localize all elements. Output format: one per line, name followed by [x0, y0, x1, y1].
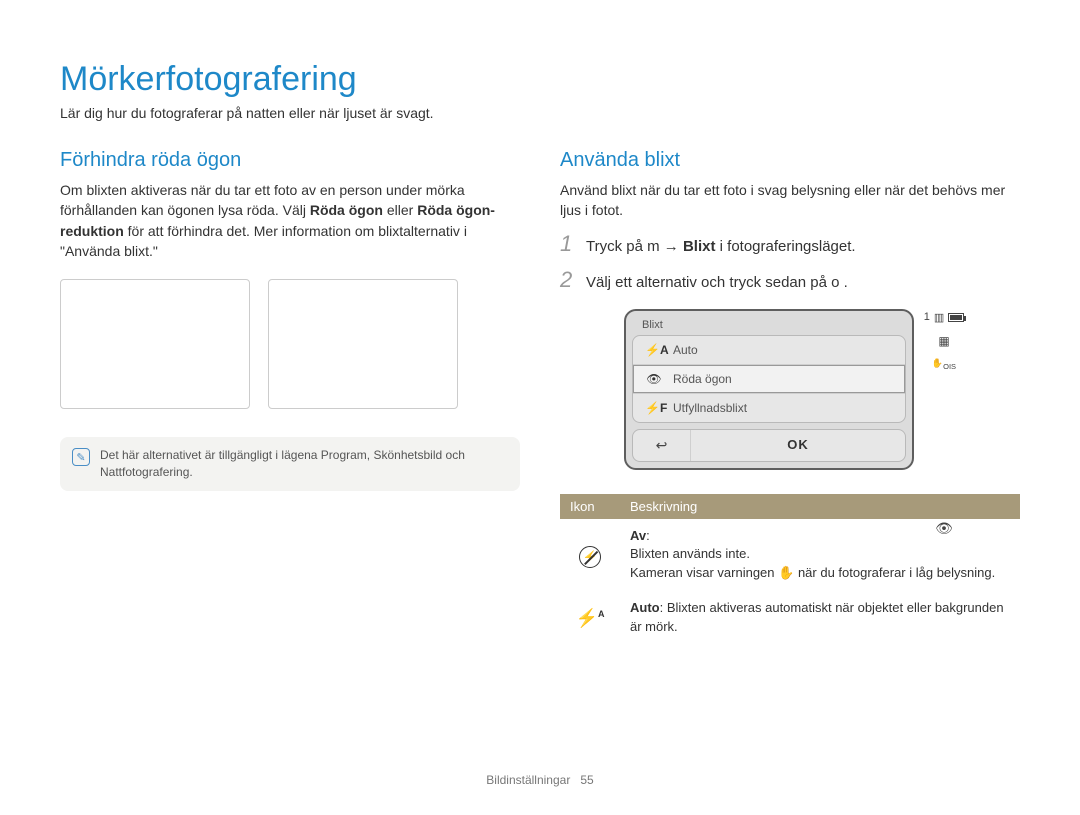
option-name: Auto — [630, 600, 660, 615]
eye-icon: 👁 — [645, 372, 663, 386]
page-subtitle: Lär dig hur du fotograferar på natten el… — [60, 105, 1020, 121]
camera-panel-title: Blixt — [632, 317, 906, 335]
flash-option-label: Auto — [673, 343, 698, 357]
camera-panel: Blixt ⚡A Auto 👁 Röda ögon ⚡F Utfyllnads — [624, 309, 914, 470]
flash-option-label: Röda ögon — [673, 372, 732, 386]
sample-image-1 — [60, 279, 250, 409]
flash-fill-icon: ⚡F — [645, 401, 663, 415]
desc-line: när du fotograferar i låg belysning. — [798, 565, 995, 580]
red-eye-indicator-icon: 👁 — [935, 520, 953, 537]
shot-count: 1 — [924, 311, 930, 323]
battery-icon — [948, 313, 964, 322]
camera-screen: Blixt ⚡A Auto 👁 Röda ögon ⚡F Utfyllnads — [624, 309, 964, 470]
step-text: Tryck på m → Blixt i fotograferingsläget… — [586, 238, 856, 255]
ok-button[interactable]: OK — [691, 430, 905, 461]
flash-auto-icon: ⚡A — [645, 343, 663, 357]
description-cell: Auto: Blixten aktiveras automatiskt när … — [620, 591, 1020, 645]
exposure-icon: ▦ — [938, 334, 949, 348]
sample-image-2 — [268, 279, 458, 409]
step-number: 2 — [560, 267, 576, 293]
heading-use-flash: Använda blixt — [560, 149, 1020, 172]
desc-line: Blixten används inte. — [630, 546, 750, 561]
flash-off-icon: ⚡ — [560, 519, 620, 592]
text: Välj ett alternativ och tryck sedan på — [586, 274, 831, 291]
text: . — [844, 274, 848, 291]
shake-warning-icon: ✋ — [778, 564, 794, 583]
back-button[interactable]: ↩ — [633, 430, 691, 461]
heading-red-eye: Förhindra röda ögon — [60, 149, 520, 172]
table-row: ⚡A Auto: Blixten aktiveras automatiskt n… — [560, 591, 1020, 645]
camera-bottom-bar: ↩ OK — [632, 429, 906, 462]
use-flash-intro: Använd blixt när du tar ett foto i svag … — [560, 180, 1020, 221]
sample-images-row — [60, 279, 520, 409]
flash-option-label: Utfyllnadsblixt — [673, 401, 747, 415]
page-footer: Bildinställningar 55 — [0, 773, 1080, 787]
status-top-row: 1 ▥ — [924, 311, 965, 324]
text: i fotograferingsläget. — [720, 238, 856, 255]
footer-section: Bildinställningar — [486, 773, 570, 787]
step-1: 1 Tryck på m → Blixt i fotograferingsläg… — [560, 231, 1020, 257]
option-name: Av — [630, 528, 646, 543]
left-column: Förhindra röda ögon Om blixten aktiveras… — [60, 149, 520, 645]
step-number: 1 — [560, 231, 576, 257]
card-icon: ▥ — [934, 311, 944, 324]
content-columns: Förhindra röda ögon Om blixten aktiveras… — [60, 149, 1020, 645]
manual-page: Mörkerfotografering Lär dig hur du fotog… — [0, 0, 1080, 675]
red-eye-paragraph: Om blixten aktiveras när du tar ett foto… — [60, 180, 520, 261]
arrow: → — [664, 238, 683, 255]
desc-line: Kameran visar varningen — [630, 565, 778, 580]
note-text: Det här alternativet är tillgängligt i l… — [100, 447, 508, 481]
step-text: Välj ett alternativ och tryck sedan på o… — [586, 274, 848, 291]
flash-menu-list: ⚡A Auto 👁 Röda ögon ⚡F Utfyllnadsblixt — [632, 335, 906, 423]
desc-line: Blixten aktiveras automatiskt när objekt… — [630, 600, 1004, 634]
flash-option-auto[interactable]: ⚡A Auto — [633, 336, 905, 365]
ok-key-icon: o — [831, 274, 839, 291]
menu-item-flash: Blixt — [683, 238, 716, 255]
option-red-eye: Röda ögon — [310, 202, 383, 218]
page-title: Mörkerfotografering — [60, 60, 1020, 99]
col-icon: Ikon — [560, 494, 620, 519]
step-2: 2 Välj ett alternativ och tryck sedan på… — [560, 267, 1020, 293]
note-icon: ✎ — [72, 448, 90, 466]
camera-status-sidebar: 1 ▥ ▦ ✋OIS 👁 — [924, 311, 964, 538]
note-box: ✎ Det här alternativet är tillgängligt i… — [60, 437, 520, 491]
text: eller — [387, 202, 417, 218]
flash-option-red-eye[interactable]: 👁 Röda ögon — [633, 365, 905, 394]
flash-option-fill[interactable]: ⚡F Utfyllnadsblixt — [633, 394, 905, 422]
menu-key-icon: m — [647, 238, 660, 255]
flash-auto-icon: ⚡A — [560, 591, 620, 645]
ois-icon: ✋OIS — [932, 358, 956, 371]
footer-page-number: 55 — [580, 773, 593, 787]
right-column: Använda blixt Använd blixt när du tar et… — [560, 149, 1020, 645]
text: Tryck på — [586, 238, 647, 255]
